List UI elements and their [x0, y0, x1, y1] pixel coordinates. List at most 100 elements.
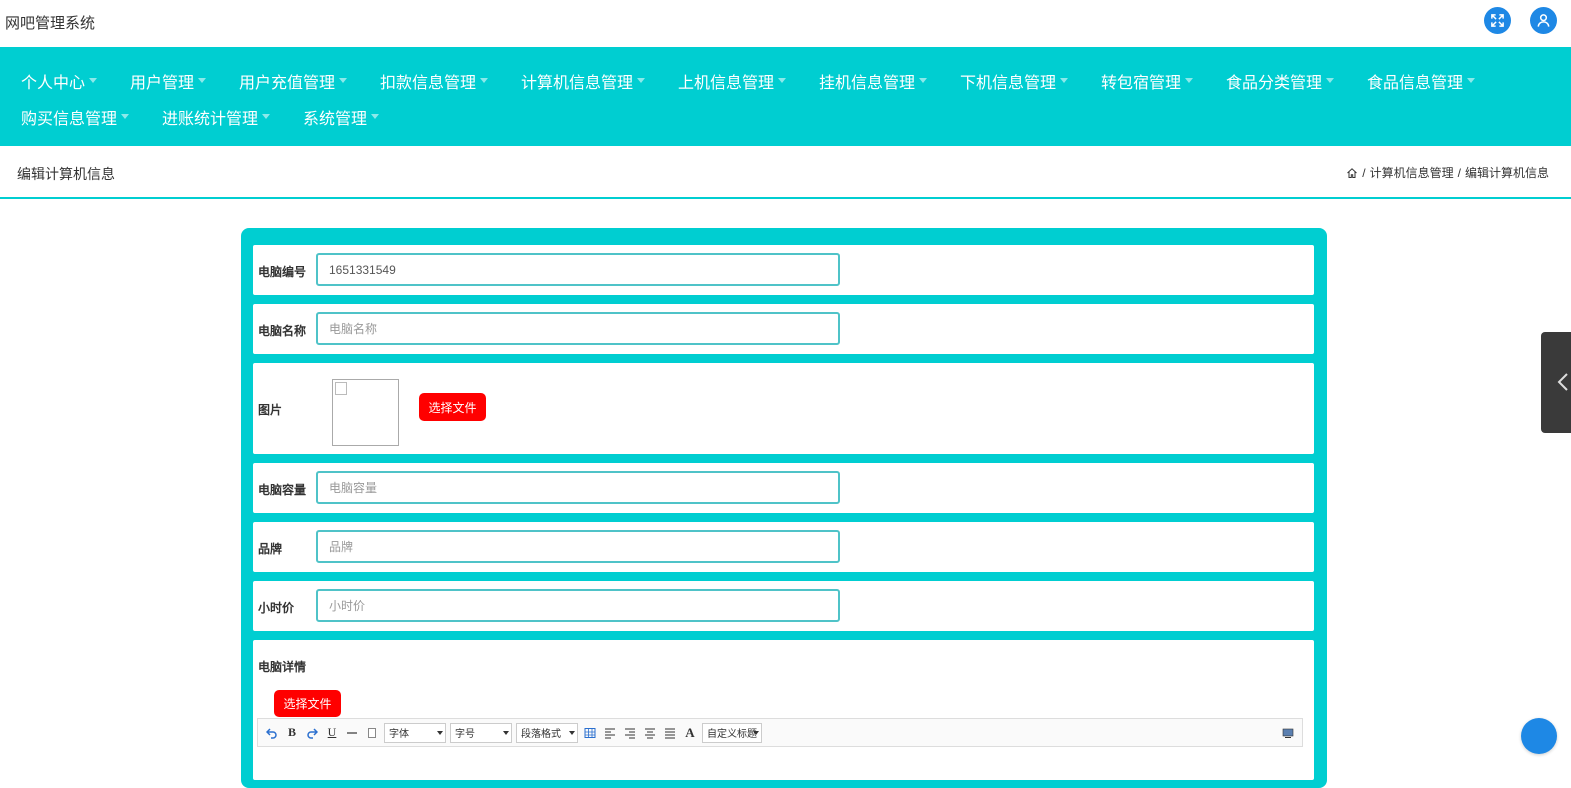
redo-icon[interactable] [304, 725, 320, 741]
nav-item-label: 进账统计管理 [162, 111, 259, 128]
table-icon[interactable] [582, 725, 598, 741]
nav-item-label: 扣款信息管理 [380, 75, 477, 92]
align-justify-icon[interactable] [662, 725, 678, 741]
computer-name-input[interactable] [316, 312, 840, 345]
underline-button[interactable]: U [324, 725, 340, 741]
nav-item-users[interactable]: 用户管理 [130, 69, 207, 93]
caret-down-icon [262, 114, 271, 120]
nav-item-label: 转包宿管理 [1101, 75, 1182, 92]
nav-item-income-stats[interactable]: 进账统计管理 [162, 105, 271, 129]
nav-item-computers[interactable]: 计算机信息管理 [521, 69, 646, 93]
computer-no-input[interactable] [316, 253, 840, 286]
details-label: 电脑详情 [258, 660, 307, 674]
breadcrumb-parent[interactable]: 计算机信息管理 [1370, 164, 1454, 181]
dropdown-arrow-icon [503, 730, 509, 735]
nav-item-food-info[interactable]: 食品信息管理 [1367, 69, 1476, 93]
nav-item-label: 下机信息管理 [960, 75, 1057, 92]
form-row-details: 电脑详情 选择文件 B U 字体 字号 段落格式 A 自定义标题 [253, 640, 1314, 780]
caret-down-icon [637, 78, 646, 84]
details-choose-file-button[interactable]: 选择文件 [274, 690, 341, 717]
caret-down-icon [121, 114, 130, 120]
form-row-image: 图片 选择文件 [253, 363, 1314, 454]
custom-title-select[interactable]: 自定义标题 [702, 722, 762, 743]
paragraph-format-select[interactable]: 段落格式 [516, 722, 578, 743]
caret-down-icon [1326, 78, 1335, 84]
custom-title-value: 自定义标题 [707, 729, 757, 740]
nav-item-recharge[interactable]: 用户充值管理 [239, 69, 348, 93]
nav-item-personal-center[interactable]: 个人中心 [21, 69, 98, 93]
nav-item-label: 系统管理 [303, 111, 368, 128]
nav-item-overnight[interactable]: 转包宿管理 [1101, 69, 1194, 93]
brand-label: 品牌 [258, 542, 283, 556]
nav-item-hangup[interactable]: 挂机信息管理 [819, 69, 928, 93]
main-nav: 个人中心 用户管理 用户充值管理 扣款信息管理 计算机信息管理 上机信息管理 挂… [0, 47, 1571, 146]
rich-text-toolbar: B U 字体 字号 段落格式 A 自定义标题 [257, 718, 1303, 747]
breadcrumb-current: 编辑计算机信息 [1464, 166, 1549, 180]
computer-name-label: 电脑名称 [258, 324, 307, 338]
caret-down-icon [198, 78, 207, 84]
nav-item-label: 挂机信息管理 [819, 75, 916, 92]
nav-item-system[interactable]: 系统管理 [303, 105, 380, 129]
align-left-icon[interactable] [602, 725, 618, 741]
breadcrumb-separator: / [1362, 165, 1366, 180]
top-bar: 网吧管理系统 [0, 0, 1571, 47]
nav-item-label: 用户充值管理 [239, 75, 336, 92]
form-row-capacity: 电脑容量 [253, 463, 1314, 513]
caret-down-icon [1060, 78, 1069, 84]
computer-no-label: 电脑编号 [258, 265, 307, 279]
caret-down-icon [480, 78, 489, 84]
nav-item-label: 食品分类管理 [1226, 75, 1323, 92]
paste-icon[interactable] [364, 725, 380, 741]
undo-icon[interactable] [264, 725, 280, 741]
capacity-input[interactable] [316, 471, 840, 504]
nav-item-deduction[interactable]: 扣款信息管理 [380, 69, 489, 93]
home-icon[interactable] [1346, 167, 1358, 179]
hourly-price-label: 小时价 [258, 601, 295, 615]
capacity-label: 电脑容量 [258, 483, 307, 497]
hourly-price-input[interactable] [316, 589, 840, 622]
nav-item-label: 食品信息管理 [1367, 75, 1464, 92]
breadcrumb: / 计算机信息管理 / 编辑计算机信息 [1346, 164, 1549, 181]
font-family-value: 字体 [389, 729, 409, 740]
caret-down-icon [919, 78, 928, 84]
chevron-left-icon [1557, 373, 1568, 391]
font-color-button[interactable]: A [682, 725, 698, 741]
user-icon[interactable] [1530, 7, 1557, 34]
caret-down-icon [1185, 78, 1194, 84]
fullscreen-editor-icon[interactable] [1280, 725, 1296, 741]
align-center-icon[interactable] [642, 725, 658, 741]
floating-action-button[interactable] [1521, 718, 1557, 754]
bold-button[interactable]: B [284, 725, 300, 741]
caret-down-icon [371, 114, 380, 120]
form-row-hourly-price: 小时价 [253, 581, 1314, 631]
form-row-computer-no: 电脑编号 [253, 245, 1314, 295]
fullscreen-icon[interactable] [1484, 7, 1511, 34]
nav-item-label: 上机信息管理 [678, 75, 775, 92]
nav-item-label: 购买信息管理 [21, 111, 118, 128]
caret-down-icon [1467, 78, 1476, 84]
caret-down-icon [778, 78, 787, 84]
breadcrumb-bar: 编辑计算机信息 / 计算机信息管理 / 编辑计算机信息 [0, 146, 1571, 199]
nav-item-logoff[interactable]: 下机信息管理 [960, 69, 1069, 93]
align-right-icon[interactable] [622, 725, 638, 741]
brand-input[interactable] [316, 530, 840, 563]
form-row-computer-name: 电脑名称 [253, 304, 1314, 354]
nav-item-purchase[interactable]: 购买信息管理 [21, 105, 130, 129]
page-title: 编辑计算机信息 [17, 166, 115, 182]
nav-item-logon[interactable]: 上机信息管理 [678, 69, 787, 93]
font-size-select[interactable]: 字号 [450, 722, 512, 743]
side-panel-toggle[interactable] [1541, 332, 1571, 433]
nav-item-label: 计算机信息管理 [521, 75, 634, 92]
app-title: 网吧管理系统 [5, 15, 96, 32]
nav-item-label: 用户管理 [130, 75, 195, 92]
font-family-select[interactable]: 字体 [384, 722, 446, 743]
broken-image-icon [335, 382, 347, 395]
edit-form: 电脑编号 电脑名称 图片 选择文件 电脑容量 品牌 小时价 电脑详情 选择文件 … [241, 228, 1327, 788]
nav-item-food-category[interactable]: 食品分类管理 [1226, 69, 1335, 93]
paragraph-format-value: 段落格式 [521, 729, 561, 740]
horizontal-rule-icon[interactable] [344, 725, 360, 741]
image-label: 图片 [258, 403, 283, 417]
image-choose-file-button[interactable]: 选择文件 [419, 393, 486, 421]
caret-down-icon [339, 78, 348, 84]
nav-item-label: 个人中心 [21, 75, 86, 92]
